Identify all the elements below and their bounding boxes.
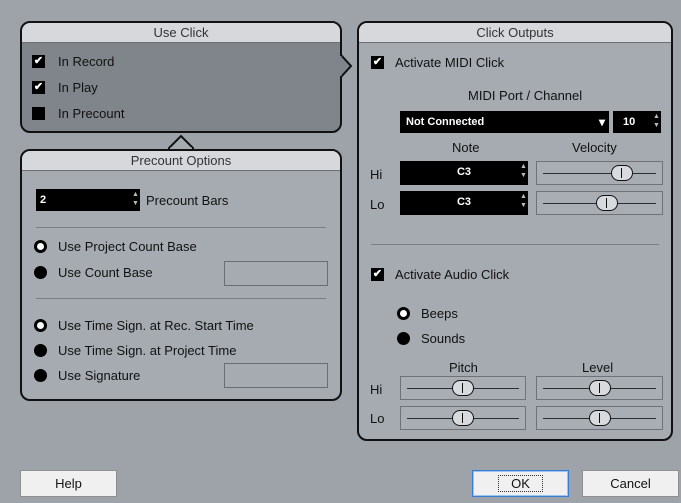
precount-bars-spinner[interactable]: ▲ ▼ <box>132 190 139 208</box>
help-button[interactable]: Help <box>20 470 117 497</box>
hi-pitch-slider[interactable] <box>400 376 526 400</box>
precount-options-panel: Precount Options 2 ▲ ▼ Precount Bars Use … <box>20 149 342 401</box>
hi-note-value: C3 <box>456 166 472 178</box>
audio-lo-label: Lo <box>370 411 385 426</box>
click-outputs-header: Click Outputs <box>359 23 671 43</box>
use-count-base-label: Use Count Base <box>58 265 153 280</box>
lo-level-thumb[interactable] <box>588 410 611 426</box>
precount-callout-up <box>168 134 194 150</box>
in-play-checkbox[interactable]: ✔ <box>32 81 45 94</box>
beeps-label: Beeps <box>421 306 458 321</box>
hi-note-spinner[interactable]: ▲ ▼ <box>520 162 527 180</box>
use-click-callout-right <box>340 54 353 78</box>
lo-note-input[interactable]: C3 ▲ ▼ <box>400 191 528 215</box>
midi-channel-input[interactable]: 10 ▲ ▼ <box>613 111 661 133</box>
use-click-header: Use Click <box>22 23 340 43</box>
time-sign-rec-start-radio[interactable] <box>34 319 47 332</box>
use-project-count-base-radio[interactable] <box>34 240 47 253</box>
chevron-down-icon: ▾ <box>598 115 605 129</box>
midi-channel-value: 10 <box>623 116 636 128</box>
click-outputs-panel: Click Outputs ✔ Activate MIDI Click MIDI… <box>357 21 673 441</box>
midi-channel-spinner[interactable]: ▲ ▼ <box>653 112 660 130</box>
precount-divider-1 <box>36 227 326 228</box>
activate-audio-click-checkbox[interactable]: ✔ <box>371 268 384 281</box>
outputs-divider <box>371 244 659 245</box>
precount-divider-2 <box>36 298 326 299</box>
lo-note-spinner[interactable]: ▲ ▼ <box>520 192 527 210</box>
ok-button-label: OK <box>498 475 543 492</box>
ok-button[interactable]: OK <box>472 470 569 497</box>
hi-velocity-slider[interactable] <box>536 161 663 185</box>
precount-bars-label: Precount Bars <box>146 193 229 208</box>
lo-note-value: C3 <box>456 196 472 208</box>
level-header: Level <box>582 360 614 375</box>
precount-options-header: Precount Options <box>22 151 340 171</box>
midi-port-channel-label: MIDI Port / Channel <box>468 88 583 103</box>
note-header: Note <box>452 140 480 155</box>
hi-level-thumb[interactable] <box>588 380 611 396</box>
precount-bars-value: 2 <box>40 194 47 206</box>
cancel-button[interactable]: Cancel <box>582 470 679 497</box>
midi-lo-label: Lo <box>370 197 385 212</box>
signature-field[interactable] <box>224 363 328 388</box>
lo-level-slider[interactable] <box>536 406 663 430</box>
midi-port-dropdown[interactable]: Not Connected ▾ <box>400 111 609 133</box>
in-record-checkbox[interactable]: ✔ <box>32 55 45 68</box>
use-signature-label: Use Signature <box>58 368 141 383</box>
use-count-base-radio[interactable] <box>34 266 47 279</box>
time-sign-project-label: Use Time Sign. at Project Time <box>58 343 237 358</box>
lo-velocity-slider[interactable] <box>536 191 663 215</box>
sounds-label: Sounds <box>421 331 466 346</box>
audio-hi-label: Hi <box>370 382 383 397</box>
use-project-count-base-label: Use Project Count Base <box>58 239 197 254</box>
use-signature-radio[interactable] <box>34 369 47 382</box>
lo-pitch-thumb[interactable] <box>452 410 474 426</box>
time-sign-project-radio[interactable] <box>34 344 47 357</box>
activate-midi-click-checkbox[interactable]: ✔ <box>371 56 384 69</box>
velocity-header: Velocity <box>572 140 617 155</box>
hi-note-input[interactable]: C3 ▲ ▼ <box>400 161 528 185</box>
in-precount-checkbox[interactable] <box>32 107 45 120</box>
hi-velocity-thumb[interactable] <box>611 165 634 181</box>
lo-velocity-thumb[interactable] <box>595 195 618 211</box>
activate-audio-click-label: Activate Audio Click <box>395 267 510 282</box>
midi-hi-label: Hi <box>370 167 383 182</box>
hi-pitch-thumb[interactable] <box>452 380 474 396</box>
hi-level-slider[interactable] <box>536 376 663 400</box>
in-play-label: In Play <box>58 80 98 95</box>
precount-bars-input[interactable]: 2 ▲ ▼ <box>36 189 140 211</box>
beeps-radio[interactable] <box>397 307 410 320</box>
time-sign-rec-start-label: Use Time Sign. at Rec. Start Time <box>58 318 254 333</box>
in-record-label: In Record <box>58 54 115 69</box>
in-precount-label: In Precount <box>58 106 125 121</box>
sounds-radio[interactable] <box>397 332 410 345</box>
midi-port-value: Not Connected <box>406 116 485 128</box>
count-base-field[interactable] <box>224 261 328 286</box>
pitch-header: Pitch <box>449 360 478 375</box>
activate-midi-click-label: Activate MIDI Click <box>395 55 505 70</box>
use-click-panel: Use Click ✔ In Record ✔ In Play In Preco… <box>20 21 342 133</box>
lo-pitch-slider[interactable] <box>400 406 526 430</box>
